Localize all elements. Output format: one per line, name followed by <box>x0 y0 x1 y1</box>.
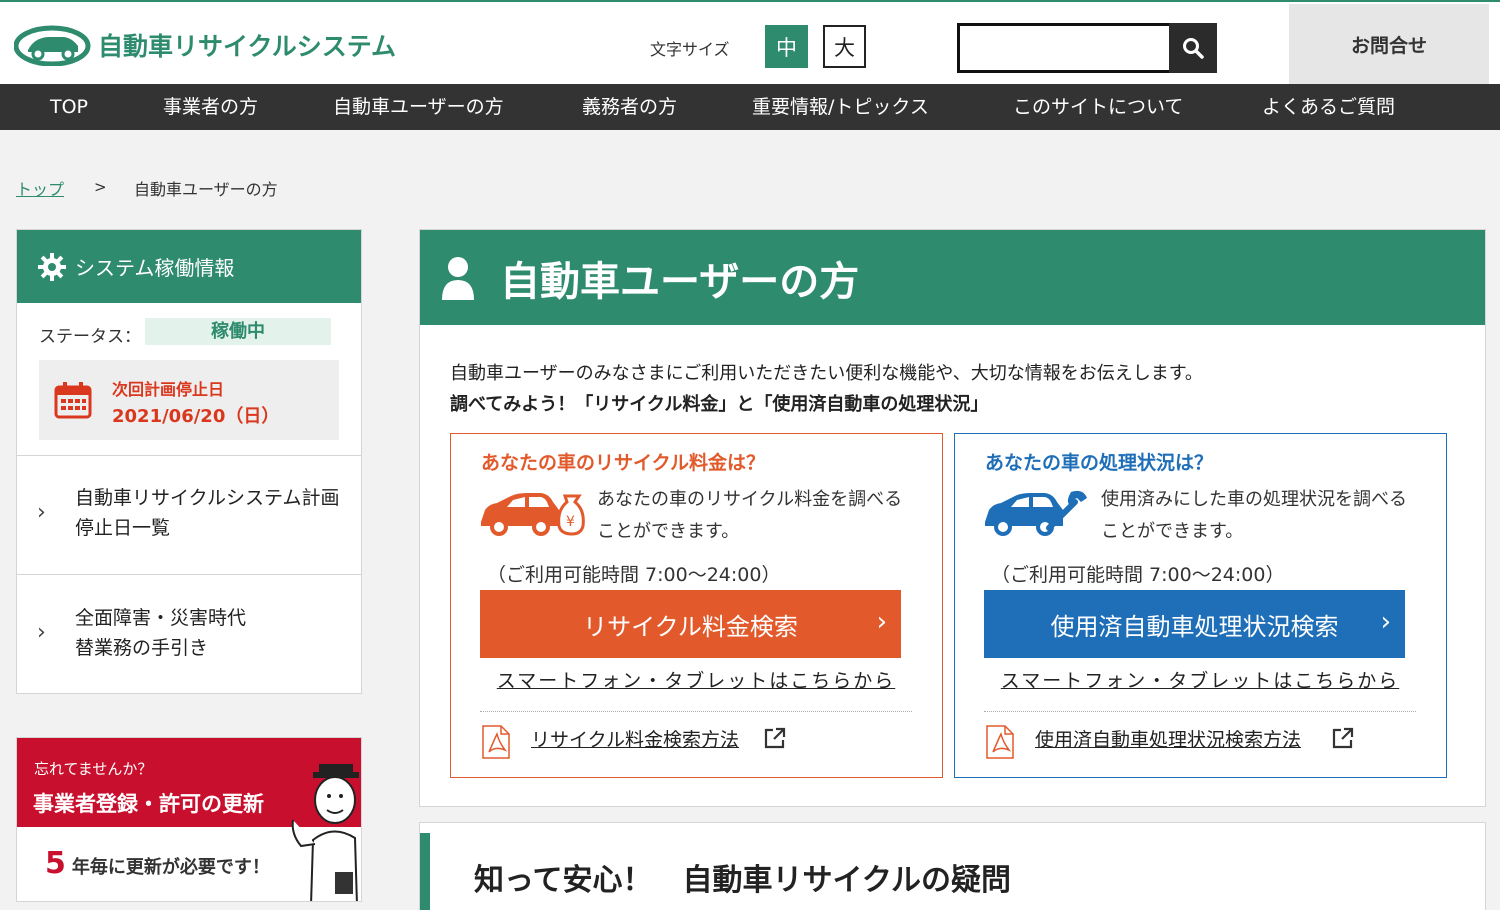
nav-item-about[interactable]: このサイトについて <box>1013 84 1183 130</box>
car-recycle-logo-icon <box>14 25 91 66</box>
breadcrumb-current: 自動車ユーザーの方 <box>134 180 278 199</box>
banner-years: 5 <box>45 846 66 881</box>
font-size-medium-button[interactable]: 中 <box>765 25 808 68</box>
breadcrumb-separator: > <box>94 178 107 196</box>
dotted-divider <box>984 711 1416 712</box>
card-title: あなたの車の処理状況は？ <box>985 452 1214 474</box>
logo-text: 自動車リサイクルシステム <box>98 32 397 61</box>
banner-subtitle: 忘れてませんか？ <box>34 760 153 778</box>
car-wrench-icon <box>985 490 1087 536</box>
license-renewal-banner[interactable]: 忘れてませんか？ 事業者登録・許可の更新 5 年毎に更新が必要です！ <box>16 737 362 902</box>
nav-item-top[interactable]: TOP <box>50 84 88 130</box>
banner-bottom-text: 5 年毎に更新が必要です！ <box>45 846 270 881</box>
card-hours: （ご利用可能時間 7:00〜24:00） <box>991 564 1285 586</box>
sidebar-link-label: 自動車リサイクルシステム計画停止日一覧 <box>75 487 340 539</box>
system-status-header: システム稼働情報 <box>17 230 361 303</box>
site-header: 自動車リサイクルシステム 文字サイズ 中 大 お問合せ <box>0 0 1500 84</box>
status-badge: 稼働中 <box>145 318 331 345</box>
search-icon <box>1183 38 1204 59</box>
card-description: あなたの車のリサイクル料金を調べることができます。 <box>597 489 903 542</box>
sidebar-link-label: 全面障害・災害時代替業務の手引き <box>75 607 247 659</box>
banner-title: 事業者登録・許可の更新 <box>33 792 264 816</box>
nav-item-business[interactable]: 事業者の方 <box>163 84 258 130</box>
gear-icon <box>38 252 66 281</box>
car-money-icon: ¥ <box>481 493 585 536</box>
chevron-right-icon: › <box>37 500 46 525</box>
car-users-panel: 自動車ユーザーの方 自動車ユーザーのみなさまにご利用いただきたい便利な機能や、大… <box>419 229 1486 807</box>
system-status-title: システム稼働情報 <box>75 256 235 280</box>
external-link-icon <box>764 727 786 749</box>
chevron-right-icon: › <box>1380 607 1391 637</box>
chevron-right-icon: › <box>876 607 887 637</box>
dotted-divider <box>480 711 912 712</box>
search-button[interactable] <box>1169 23 1217 73</box>
disposal-status-card: あなたの車の処理状況は？ 使用済みにした車の処理状況を調べることができます。 （… <box>954 433 1447 778</box>
external-link-icon <box>1332 727 1354 749</box>
faq-section-title: 知って安心！ 自動車リサイクルの疑問 <box>474 863 1011 898</box>
faq-section: 知って安心！ 自動車リサイクルの疑問 <box>419 822 1486 910</box>
svg-text:¥: ¥ <box>566 514 575 530</box>
card-title: あなたの車のリサイクル料金は？ <box>481 452 766 474</box>
nav-item-faq[interactable]: よくあるご質問 <box>1262 84 1395 130</box>
next-stop-date: 2021/06/20（日） <box>112 406 280 427</box>
recycle-fee-search-button[interactable]: リサイクル料金検索 › <box>480 590 901 658</box>
mascot-figure-icon <box>291 764 359 901</box>
intro-bold-text: 調べてみよう！「リサイクル料金」と「使用済自動車の処理状況」 <box>450 394 989 415</box>
next-planned-stop: 次回計画停止日 2021/06/20（日） <box>39 360 339 440</box>
search-input[interactable] <box>957 23 1171 73</box>
nav-item-car-users[interactable]: 自動車ユーザーの方 <box>333 84 504 130</box>
disposal-status-search-button[interactable]: 使用済自動車処理状況検索 › <box>984 590 1405 658</box>
chevron-right-icon: › <box>37 620 46 645</box>
font-size-label: 文字サイズ <box>650 40 730 59</box>
recycle-fee-card: あなたの車のリサイクル料金は？ ¥ あなたの車のリサイクル料金を調べることができ… <box>450 433 943 778</box>
intro-text: 自動車ユーザーのみなさまにご利用いただきたい便利な機能や、大切な情報をお伝えしま… <box>450 363 1203 384</box>
button-label: リサイクル料金検索 <box>583 612 798 641</box>
smartphone-link[interactable]: スマートフォン・タブレットはこちらから <box>451 666 941 693</box>
pdf-icon <box>986 725 1014 759</box>
next-stop-label: 次回計画停止日 <box>112 380 225 399</box>
user-icon <box>442 256 474 300</box>
calendar-icon <box>54 382 92 419</box>
divider <box>17 455 361 456</box>
site-logo[interactable]: 自動車リサイクルシステム <box>14 24 396 66</box>
breadcrumb-top-link[interactable]: トップ <box>16 176 64 200</box>
page-header: 自動車ユーザーの方 <box>420 230 1485 325</box>
contact-button[interactable]: お問合せ <box>1289 4 1489 84</box>
section-accent-bar <box>420 833 430 910</box>
method-link[interactable]: 使用済自動車処理状況検索方法 <box>1035 725 1301 752</box>
button-label: 使用済自動車処理状況検索 <box>1050 612 1339 641</box>
page-title: 自動車ユーザーの方 <box>500 258 860 305</box>
smartphone-link[interactable]: スマートフォン・タブレットはこちらから <box>955 666 1445 693</box>
system-status-panel: システム稼働情報 ステータス： 稼働中 次回計画停止日 2021/06/20（日… <box>16 229 362 694</box>
divider <box>17 574 361 575</box>
status-label: ステータス： <box>39 327 141 347</box>
banner-renewal-note: 年毎に更新が必要です！ <box>71 857 270 878</box>
nav-item-topics[interactable]: 重要情報/トピックス <box>752 84 929 130</box>
font-size-large-button[interactable]: 大 <box>823 25 866 68</box>
card-hours: （ご利用可能時間 7:00〜24:00） <box>487 564 781 586</box>
main-nav: TOP 事業者の方 自動車ユーザーの方 義務者の方 重要情報/トピックス このサ… <box>0 84 1500 130</box>
nav-item-obligors[interactable]: 義務者の方 <box>582 84 677 130</box>
card-description: 使用済みにした車の処理状況を調べることができます。 <box>1101 489 1407 542</box>
pdf-icon <box>482 725 510 759</box>
method-link[interactable]: リサイクル料金検索方法 <box>531 725 739 752</box>
